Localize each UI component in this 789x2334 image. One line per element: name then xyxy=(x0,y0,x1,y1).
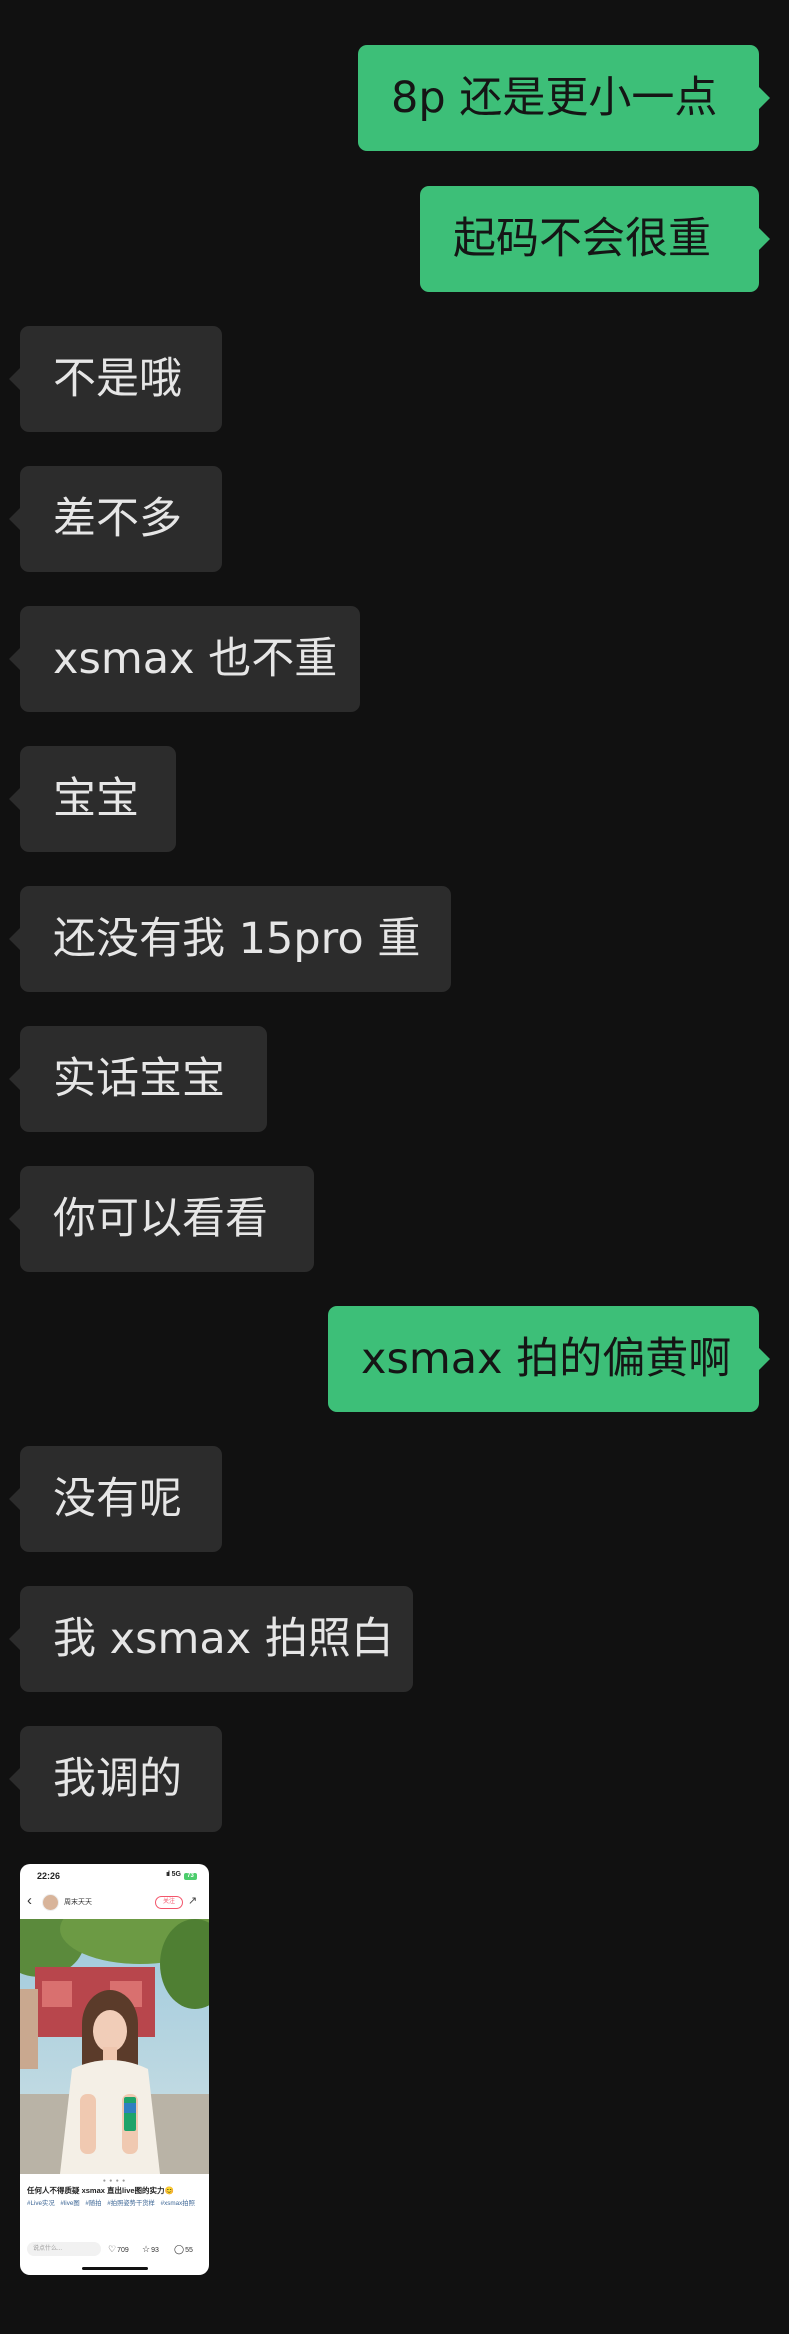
share-icon: ↗ xyxy=(188,1895,198,1907)
tag: #live图 xyxy=(60,2200,80,2207)
message-bubble-incoming[interactable]: 我调的 xyxy=(9,1726,222,1832)
post-photo xyxy=(20,1919,209,2174)
message-bubble-outgoing[interactable]: 8p 还是更小一点 xyxy=(358,45,770,151)
post-header: ‹ 周末天天 关注 ↗ xyxy=(20,1891,209,1915)
favorite-count: ☆93 xyxy=(142,2244,159,2254)
home-indicator xyxy=(82,2267,148,2270)
tag: #随拍 xyxy=(85,2200,102,2207)
tag: #Live实况 xyxy=(27,2200,55,2207)
author-name: 周末天天 xyxy=(64,1899,92,1906)
tag: #拍照姿势干货样 xyxy=(107,2200,155,2207)
follow-button: 关注 xyxy=(155,1896,183,1909)
message-bubble-incoming[interactable]: 我 xsmax 拍照白 xyxy=(9,1586,413,1692)
message-bubble-incoming[interactable]: 没有呢 xyxy=(9,1446,222,1552)
message-bubble-incoming[interactable]: 还没有我 15pro 重 xyxy=(9,886,451,992)
signal-icon: ııl xyxy=(166,1871,170,1878)
comment-input: 说点什么... xyxy=(27,2242,101,2256)
message-bubble-incoming[interactable]: 宝宝 xyxy=(9,746,176,852)
message-bubble-incoming[interactable]: 你可以看看 xyxy=(9,1166,314,1272)
tag: #xsmax拍照 xyxy=(160,2200,195,2207)
post-caption: 任何人不得质疑 xsmax 直出live图的实力😊 xyxy=(27,2186,174,2195)
status-bar: 22:26 ııl 5G 73 xyxy=(20,1870,209,1884)
heart-icon: ♡ xyxy=(108,2244,117,2254)
like-count: ♡709 xyxy=(108,2244,129,2254)
star-icon: ☆ xyxy=(142,2244,151,2254)
pagination-dots: ● ● ● ● xyxy=(102,2178,127,2184)
message-bubble-outgoing[interactable]: xsmax 拍的偏黄啊 xyxy=(328,1306,770,1412)
post-tags: #Live实况 #live图 #随拍 #拍照姿势干货样 #xsmax拍照 xyxy=(27,2198,205,2209)
comment-icon: ◯ xyxy=(174,2244,185,2254)
network-label: 5G xyxy=(171,1871,181,1878)
battery-icon: 73 xyxy=(184,1873,197,1880)
message-bubble-incoming[interactable]: xsmax 也不重 xyxy=(9,606,360,712)
avatar xyxy=(42,1894,59,1911)
status-time: 22:26 xyxy=(37,1871,61,1881)
message-bubble-incoming[interactable]: 差不多 xyxy=(9,466,222,572)
comment-count: ◯55 xyxy=(174,2244,193,2254)
message-bubble-incoming[interactable]: 不是哦 xyxy=(9,326,222,432)
message-bubble-incoming[interactable]: 实话宝宝 xyxy=(9,1026,267,1132)
message-bubble-outgoing[interactable]: 起码不会很重 xyxy=(420,186,770,292)
shared-screenshot-image[interactable]: 22:26 ııl 5G 73 ‹ 周末天天 关注 ↗ ● ● ● ● 任何人不… xyxy=(20,1864,209,2275)
chevron-left-icon: ‹ xyxy=(27,1892,32,1909)
